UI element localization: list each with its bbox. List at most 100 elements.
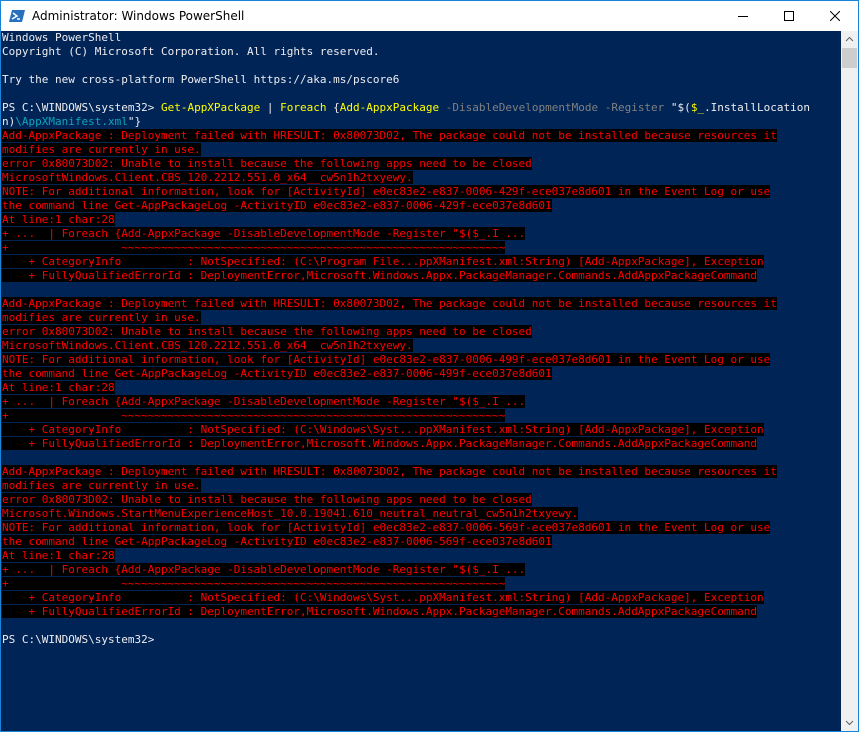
error-text: + ... | Foreach {Add-AppxPackage -Disabl…: [2, 227, 526, 240]
console-output[interactable]: Windows PowerShell Copyright (C) Microsof…: [1, 31, 841, 731]
string-token: "$(: [664, 101, 691, 114]
brace-token: {: [326, 101, 340, 114]
error-text: + ... | Foreach {Add-AppxPackage -Disabl…: [2, 395, 526, 408]
error-line: Add-AppxPackage : Deployment failed with…: [2, 297, 777, 311]
maximize-button[interactable]: [766, 1, 812, 31]
prompt: PS C:\WINDOWS\system32>: [2, 633, 155, 646]
error-text: error 0x80073D02: Unable to install beca…: [2, 493, 532, 506]
error-line: NOTE: For additional information, look f…: [2, 353, 771, 367]
error-text: the command line Get-AppPackageLog -Acti…: [2, 367, 552, 380]
error-line: error 0x80073D02: Unable to install beca…: [2, 493, 532, 507]
error-text: + ~~~~~~~~~~~~~~~~~~~~~~~~~~~~~~~~~~~~~~…: [2, 241, 506, 254]
error-line: + ~~~~~~~~~~~~~~~~~~~~~~~~~~~~~~~~~~~~~~…: [2, 241, 506, 255]
error-line: + ~~~~~~~~~~~~~~~~~~~~~~~~~~~~~~~~~~~~~~…: [2, 409, 506, 423]
banner-text: Copyright (C) Microsoft Corporation. All…: [2, 45, 380, 58]
pipe-token: |: [260, 101, 281, 114]
error-text: MicrosoftWindows.Client.CBS_120.2212.551…: [2, 339, 413, 352]
error-text: modifies are currently in use.: [2, 311, 201, 324]
minimize-icon: [738, 16, 748, 17]
string-token: "}: [127, 115, 142, 128]
error-line: the command line Get-AppPackageLog -Acti…: [2, 367, 552, 381]
error-text: NOTE: For additional information, look f…: [2, 521, 771, 534]
final-prompt-line: PS C:\WINDOWS\system32>: [2, 633, 154, 647]
error-text: At line:1 char:28: [2, 549, 115, 562]
error-text: + ~~~~~~~~~~~~~~~~~~~~~~~~~~~~~~~~~~~~~~…: [2, 409, 506, 422]
maximize-icon: [784, 11, 794, 21]
error-line: + ... | Foreach {Add-AppxPackage -Disabl…: [2, 395, 526, 409]
error-line: modifies are currently in use.: [2, 143, 201, 157]
error-text: modifies are currently in use.: [2, 479, 201, 492]
parameter-token: -DisableDevelopmentMode: [439, 101, 599, 114]
error-text: error 0x80073D02: Unable to install beca…: [2, 325, 532, 338]
close-icon: [830, 11, 840, 21]
minimize-button[interactable]: [720, 1, 766, 31]
prompt: PS C:\WINDOWS\system32>: [2, 101, 161, 114]
error-text: the command line Get-AppPackageLog -Acti…: [2, 199, 552, 212]
error-line: error 0x80073D02: Unable to install beca…: [2, 157, 532, 171]
error-text: At line:1 char:28: [2, 213, 115, 226]
error-text: + CategoryInfo : NotSpecified: (C:\Windo…: [2, 423, 764, 436]
powershell-window: Administrator: Windows PowerShell Window…: [0, 0, 859, 732]
banner-line: Windows PowerShell: [2, 31, 121, 45]
error-line: At line:1 char:28: [2, 549, 115, 563]
error-line: NOTE: For additional information, look f…: [2, 521, 771, 535]
error-text: Microsoft.Windows.StartMenuExperienceHos…: [2, 507, 579, 520]
error-line: + FullyQualifiedErrorId : DeploymentErro…: [2, 269, 757, 283]
error-text: Add-AppxPackage : Deployment failed with…: [2, 297, 777, 310]
error-line: + ... | Foreach {Add-AppxPackage -Disabl…: [2, 563, 526, 577]
command-token: Add-AppxPackage: [339, 101, 440, 114]
error-line: NOTE: For additional information, look f…: [2, 185, 771, 199]
error-text: + FullyQualifiedErrorId : DeploymentErro…: [2, 269, 757, 282]
error-text: modifies are currently in use.: [2, 143, 201, 156]
error-line: + CategoryInfo : NotSpecified: (C:\Windo…: [2, 591, 764, 605]
error-line: the command line Get-AppPackageLog -Acti…: [2, 535, 552, 549]
command-token: Foreach: [280, 101, 327, 114]
error-line: + FullyQualifiedErrorId : DeploymentErro…: [2, 437, 757, 451]
window-title: Administrator: Windows PowerShell: [32, 9, 245, 23]
error-text: At line:1 char:28: [2, 381, 115, 394]
error-text: + FullyQualifiedErrorId : DeploymentErro…: [2, 437, 757, 450]
title-bar[interactable]: Administrator: Windows PowerShell: [1, 1, 858, 31]
error-text: + CategoryInfo : NotSpecified: (C:\Progr…: [2, 255, 764, 268]
banner-line: Try the new cross-platform PowerShell ht…: [2, 73, 399, 87]
error-line: the command line Get-AppPackageLog -Acti…: [2, 199, 552, 213]
error-line: + CategoryInfo : NotSpecified: (C:\Windo…: [2, 423, 764, 437]
banner-text: Try the new cross-platform PowerShell ht…: [2, 73, 400, 86]
property-token: .InstallLocation: [704, 101, 811, 114]
error-text: the command line Get-AppPackageLog -Acti…: [2, 535, 552, 548]
error-text: Add-AppxPackage : Deployment failed with…: [2, 129, 777, 142]
error-line: MicrosoftWindows.Client.CBS_120.2212.551…: [2, 171, 413, 185]
error-text: Add-AppxPackage : Deployment failed with…: [2, 465, 777, 478]
error-line: Add-AppxPackage : Deployment failed with…: [2, 465, 777, 479]
error-line: + ... | Foreach {Add-AppxPackage -Disabl…: [2, 227, 526, 241]
close-button[interactable]: [812, 1, 858, 31]
error-line: modifies are currently in use.: [2, 479, 201, 493]
command-line-wrap: n)\AppXManifest.xml"}: [2, 115, 141, 129]
string-token: n): [2, 115, 16, 128]
scroll-down-button[interactable]: [841, 714, 858, 731]
vertical-scrollbar[interactable]: [841, 31, 858, 731]
error-text: + ... | Foreach {Add-AppxPackage -Disabl…: [2, 563, 526, 576]
chevron-down-icon: [845, 720, 854, 726]
error-text: + FullyQualifiedErrorId : DeploymentErro…: [2, 605, 757, 618]
banner-line: Copyright (C) Microsoft Corporation. All…: [2, 45, 380, 59]
error-line: + ~~~~~~~~~~~~~~~~~~~~~~~~~~~~~~~~~~~~~~…: [2, 577, 506, 591]
command-token: Get-AppXPackage: [160, 101, 261, 114]
error-text: error 0x80073D02: Unable to install beca…: [2, 157, 532, 170]
string-path-token: \AppXManifest.xml: [15, 115, 128, 128]
scrollbar-thumb[interactable]: [842, 48, 857, 68]
error-text: NOTE: For additional information, look f…: [2, 353, 771, 366]
error-line: error 0x80073D02: Unable to install beca…: [2, 325, 532, 339]
variable-token: $_: [690, 101, 705, 114]
error-text: MicrosoftWindows.Client.CBS_120.2212.551…: [2, 171, 413, 184]
scroll-up-button[interactable]: [841, 31, 858, 48]
error-text: NOTE: For additional information, look f…: [2, 185, 771, 198]
error-text: + ~~~~~~~~~~~~~~~~~~~~~~~~~~~~~~~~~~~~~~…: [2, 577, 506, 590]
command-line: PS C:\WINDOWS\system32> Get-AppXPackage …: [2, 101, 810, 115]
error-text: + CategoryInfo : NotSpecified: (C:\Windo…: [2, 591, 764, 604]
error-line: Add-AppxPackage : Deployment failed with…: [2, 129, 777, 143]
chevron-up-icon: [845, 36, 854, 42]
error-line: + FullyQualifiedErrorId : DeploymentErro…: [2, 605, 757, 619]
error-line: At line:1 char:28: [2, 381, 115, 395]
error-line: MicrosoftWindows.Client.CBS_120.2212.551…: [2, 339, 413, 353]
